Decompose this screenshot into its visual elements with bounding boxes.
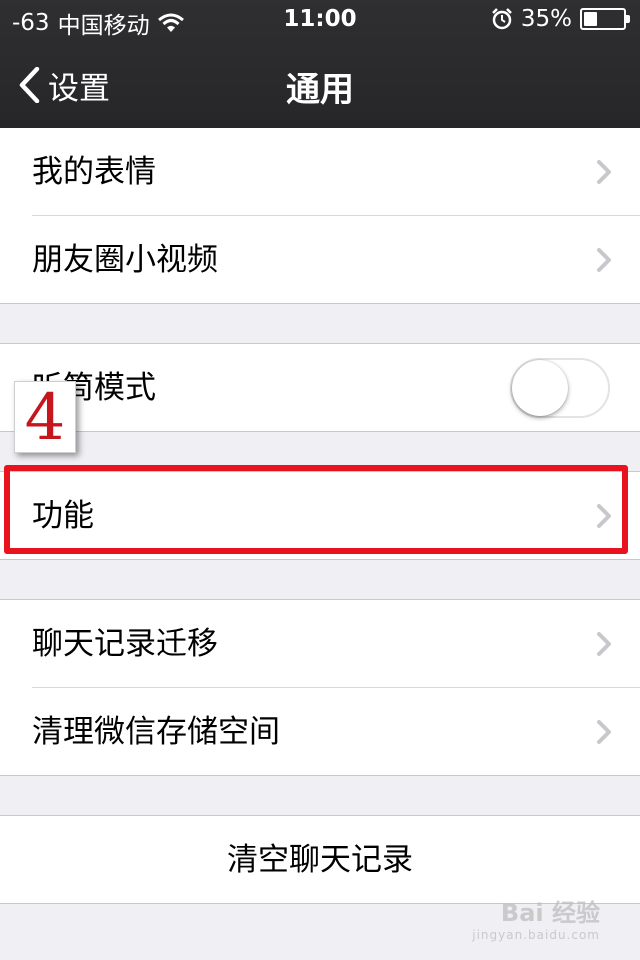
watermark-url: jingyan.baidu.com [472, 928, 600, 942]
chevron-right-icon [597, 160, 611, 184]
list-item-moments-video[interactable]: 朋友圈小视频 [0, 216, 640, 304]
battery-level-fill [584, 12, 597, 26]
watermark-brand: Bai 经验 [500, 899, 600, 927]
receiver-mode-toggle[interactable] [510, 358, 610, 418]
list-item-chat-migration[interactable]: 聊天记录迁移 [0, 600, 640, 688]
page-title: 通用 [286, 70, 354, 110]
status-bar: -63 中国移动 11:00 35% [0, 0, 640, 40]
list-item-my-stickers[interactable]: 我的表情 [0, 128, 640, 216]
highlight-box [4, 465, 628, 554]
divider [0, 431, 640, 432]
battery-icon [580, 8, 630, 30]
divider [0, 775, 640, 776]
divider [0, 303, 640, 304]
watermark: Bai 经验 jingyan.baidu.com [472, 893, 600, 942]
navigation-header: -63 中国移动 11:00 35% 设置 通用 [0, 0, 640, 128]
step-number-badge: 4 [14, 381, 76, 454]
divider [0, 559, 640, 560]
chevron-right-icon [597, 632, 611, 656]
list-item-label: 清理微信存储空间 [32, 714, 280, 750]
list-item-label: 我的表情 [32, 154, 156, 190]
list-item-label: 聊天记录迁移 [32, 626, 218, 662]
toggle-knob [512, 360, 568, 416]
list-item-receiver-mode: 听筒模式 [0, 344, 640, 432]
alarm-icon [491, 8, 512, 30]
list-item-label: 朋友圈小视频 [32, 242, 218, 278]
battery-percentage: 35% [520, 6, 572, 32]
chevron-right-icon [597, 720, 611, 744]
list-item-manage-storage[interactable]: 清理微信存储空间 [0, 688, 640, 776]
clear-chat-history-label: 清空聊天记录 [227, 842, 413, 878]
chevron-right-icon [597, 248, 611, 272]
clear-chat-history-button[interactable]: 清空聊天记录 [0, 816, 640, 904]
